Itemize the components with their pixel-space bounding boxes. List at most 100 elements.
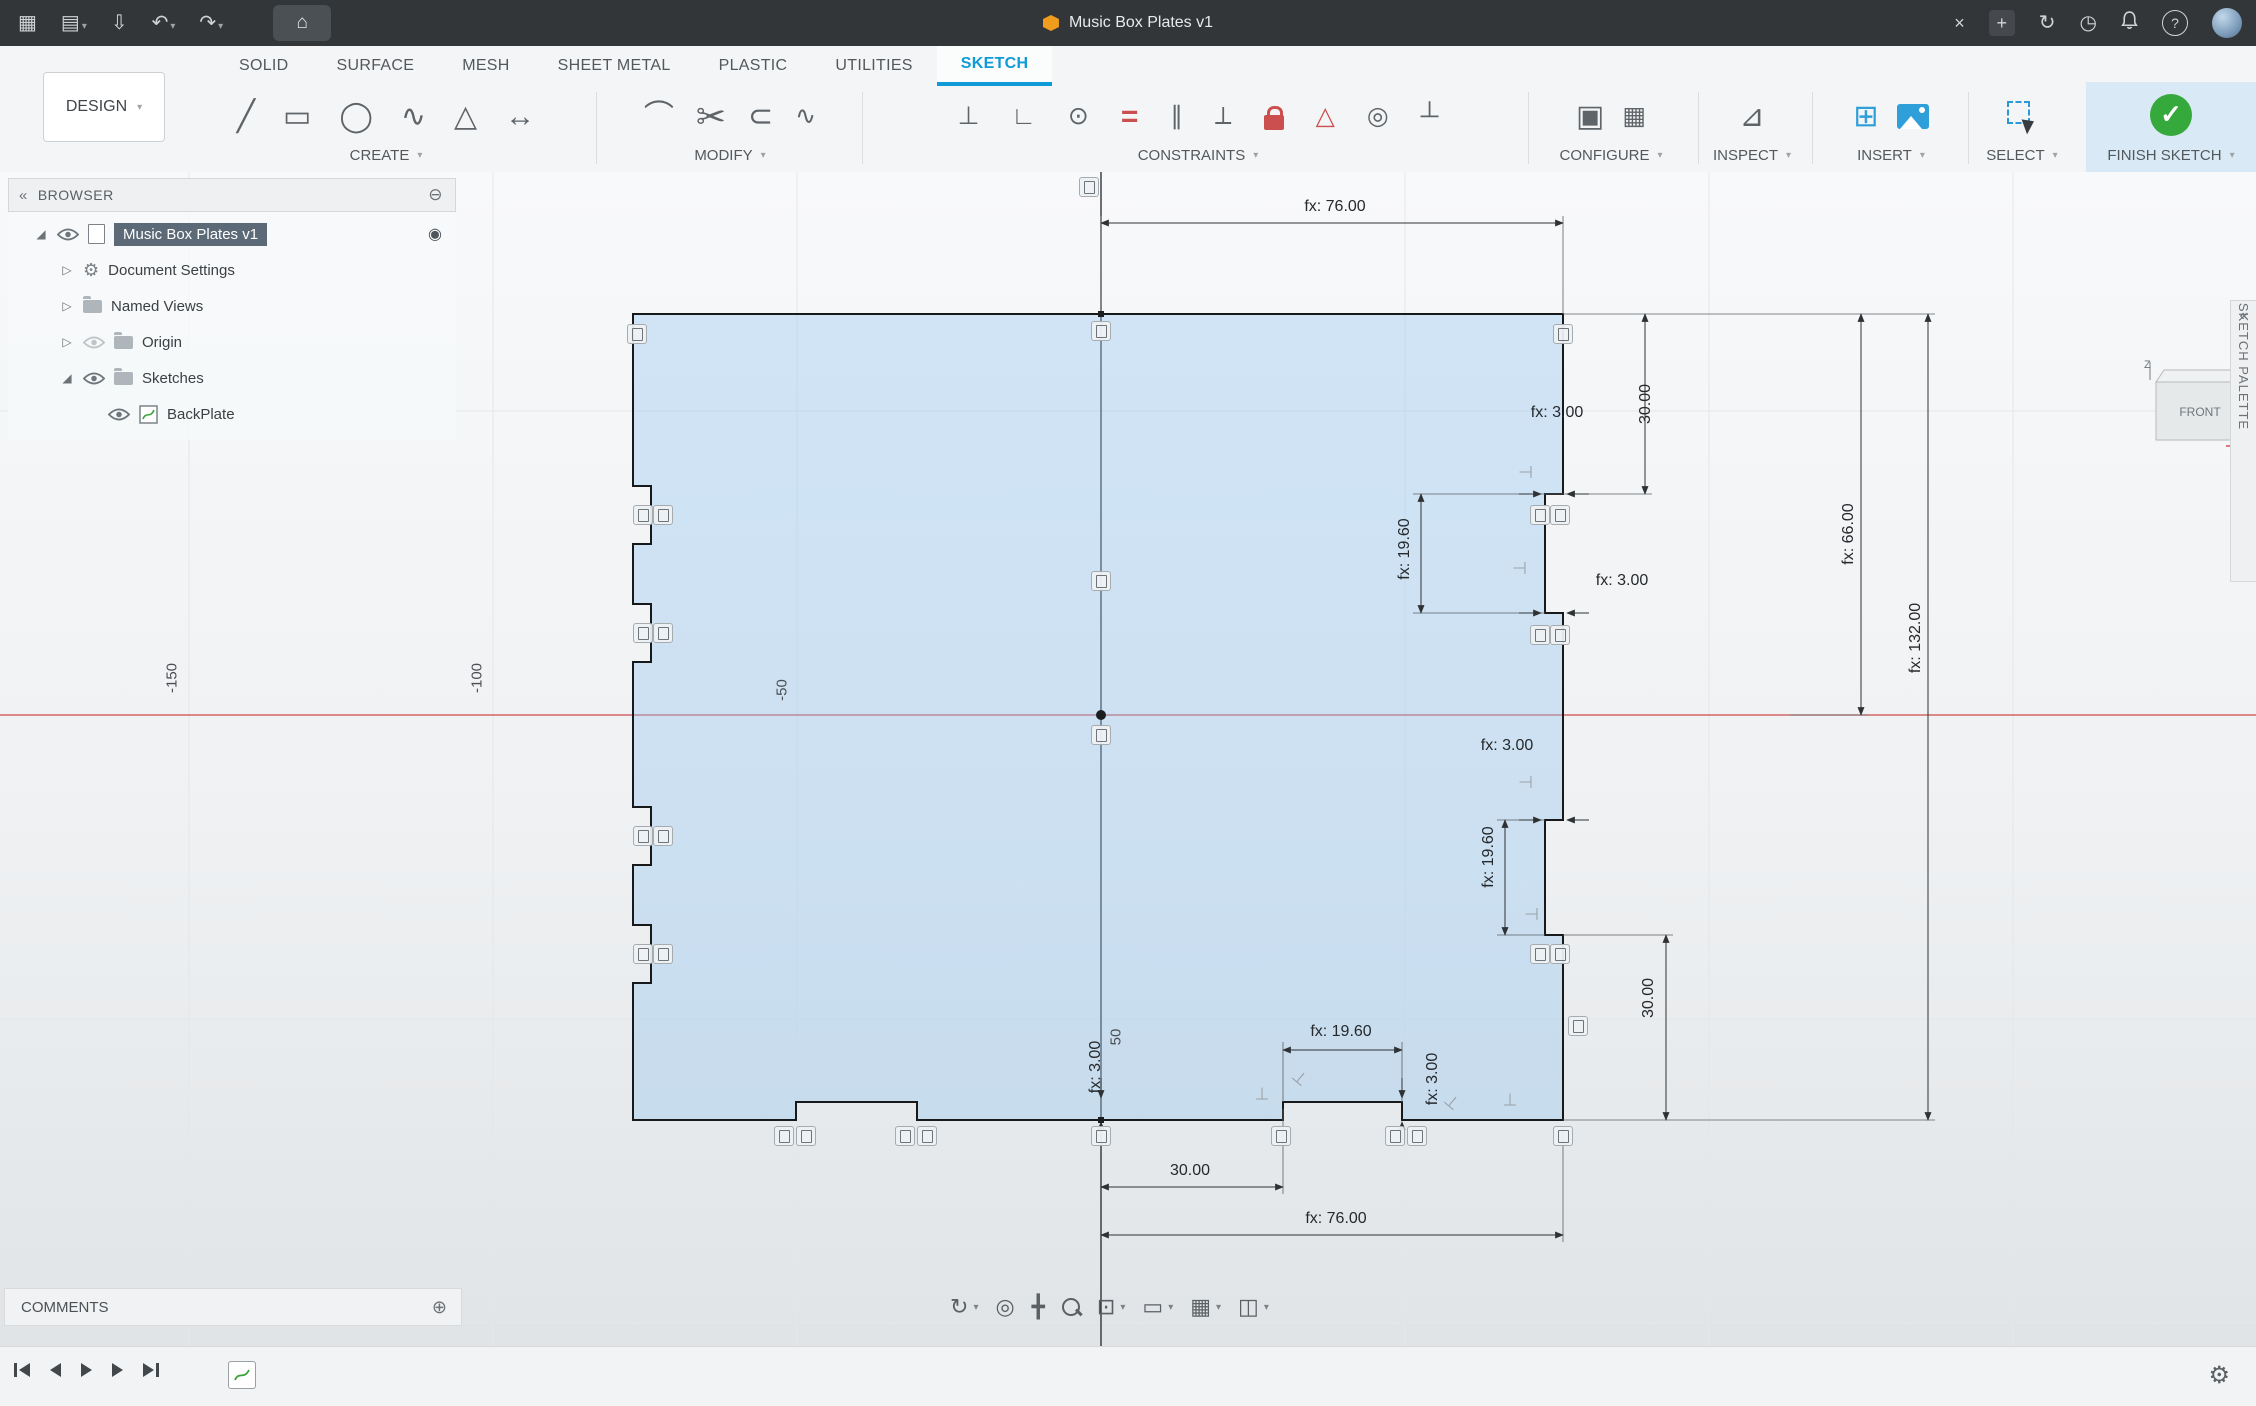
browser-header[interactable]: « BROWSER ⊖ (8, 178, 456, 212)
constraint-icon[interactable] (1530, 625, 1550, 645)
constraint-icon[interactable] (1079, 177, 1099, 197)
new-document-tab-button[interactable]: + (1989, 10, 2015, 36)
tab-mesh[interactable]: MESH (438, 46, 533, 86)
browser-item-label[interactable]: Sketches (142, 370, 204, 387)
constraint-icon[interactable] (633, 944, 653, 964)
constraint-icon[interactable] (1550, 625, 1570, 645)
fix-constraint-icon[interactable] (1264, 115, 1284, 130)
caret-down-icon[interactable]: ▾ (973, 1302, 978, 1313)
midpoint-constraint-icon[interactable]: ┴ (1421, 104, 1439, 129)
constraint-icon[interactable] (1091, 571, 1111, 591)
tab-utilities[interactable]: UTILITIES (811, 46, 936, 86)
look-at-icon[interactable]: ◎ (995, 1296, 1014, 1318)
finish-sketch-button[interactable]: ✓ (2150, 94, 2192, 136)
inspect-menu[interactable]: INSPECT ▾ (1702, 147, 1802, 172)
configuration-table-icon[interactable]: ▦ (1622, 104, 1646, 129)
constraint-icon[interactable] (653, 505, 673, 525)
constraint-icon[interactable] (1550, 505, 1570, 525)
orbit-icon[interactable]: ↻ (950, 1296, 968, 1318)
sketch-point[interactable] (1098, 1117, 1104, 1123)
collapsed-triangle-icon[interactable]: ▷ (60, 335, 74, 349)
dimension-label[interactable]: fx: 66.00 (1840, 503, 1858, 564)
constraint-icon[interactable] (796, 1126, 816, 1146)
caret-down-icon[interactable]: ▾ (1264, 1302, 1269, 1313)
perpendicular-constraint-icon[interactable]: ⊥ (1255, 1086, 1270, 1103)
constraint-icon[interactable] (627, 324, 647, 344)
constraint-icon[interactable] (774, 1126, 794, 1146)
polygon-tool-icon[interactable]: △ (454, 102, 477, 132)
origin-point[interactable] (1096, 710, 1106, 720)
dimension-label[interactable]: fx: 3.00 (1087, 1041, 1105, 1093)
comments-bar[interactable]: COMMENTS ⊕ (4, 1288, 462, 1326)
expand-triangle-icon[interactable]: ◢ (34, 227, 48, 241)
workspace-selector[interactable]: DESIGN ▾ (43, 72, 165, 142)
activate-radio-icon[interactable]: ◉ (428, 224, 442, 244)
constraint-icon[interactable] (1550, 944, 1570, 964)
user-avatar[interactable] (2212, 8, 2242, 38)
visibility-eye-icon[interactable] (83, 372, 105, 385)
app-grid-icon[interactable]: ▦ (18, 13, 37, 33)
dimension-label[interactable]: fx: 19.60 (1310, 1023, 1371, 1041)
dimension-label[interactable]: fx: 19.60 (1480, 826, 1498, 887)
dimension-label[interactable]: fx: 3.00 (1531, 404, 1583, 422)
help-icon[interactable]: ? (2162, 10, 2188, 36)
constraint-icon[interactable] (917, 1126, 937, 1146)
rectangle-tool-icon[interactable]: ▭ (283, 102, 311, 132)
constraints-menu[interactable]: CONSTRAINTS ▾ (880, 147, 1516, 172)
browser-item-label[interactable]: Origin (142, 334, 182, 351)
perpendicular-constraint-icon[interactable]: ⊥ (1503, 1092, 1518, 1109)
sketch-point[interactable] (1098, 311, 1104, 317)
coincident-constraint-icon[interactable]: ∟ (1011, 104, 1035, 129)
concentric-constraint-icon[interactable]: ◎ (1367, 104, 1389, 129)
insert-canvas-image-icon[interactable] (1897, 104, 1929, 129)
trim-tool-icon[interactable]: ✂ (696, 99, 726, 135)
visibility-eye-off-icon[interactable] (83, 336, 105, 349)
browser-item-named-views[interactable]: ▷ Named Views (8, 288, 456, 324)
constraint-icon[interactable] (1091, 321, 1111, 341)
dimension-label[interactable]: fx: 3.00 (1596, 572, 1648, 590)
timeline-go-to-end-button[interactable] (143, 1363, 159, 1377)
create-menu[interactable]: CREATE ▾ (190, 147, 582, 172)
constraint-icon[interactable] (633, 505, 653, 525)
timeline-sketch-feature[interactable] (228, 1361, 256, 1389)
constraint-icon[interactable] (895, 1126, 915, 1146)
visibility-eye-icon[interactable] (108, 408, 130, 421)
timeline-step-forward-button[interactable] (112, 1363, 123, 1377)
spline-tool-icon[interactable]: ∿ (401, 102, 426, 132)
perpendicular-constraint-icon[interactable]: ⊥ (1518, 465, 1535, 480)
browser-item-label[interactable]: Document Settings (108, 262, 235, 279)
tab-sheet-metal[interactable]: SHEET METAL (534, 46, 695, 86)
undo-button[interactable]: ↶▾ (152, 13, 176, 34)
grid-settings-icon[interactable]: ▦ (1190, 1296, 1211, 1318)
browser-item-label[interactable]: BackPlate (167, 406, 235, 423)
browser-item-origin[interactable]: ▷ Origin (8, 324, 456, 360)
tangent-constraint-icon[interactable]: ⊙ (1068, 104, 1089, 129)
perpendicular-constraint-icon[interactable]: ⊥ (1524, 907, 1541, 922)
timeline-step-back-button[interactable] (50, 1363, 61, 1377)
modify-menu[interactable]: MODIFY ▾ (602, 147, 858, 172)
viewports-icon[interactable]: ◫ (1238, 1296, 1259, 1318)
dimension-label[interactable]: fx: 76.00 (1304, 198, 1365, 216)
caret-down-icon[interactable]: ▾ (1168, 1302, 1173, 1313)
horizontal-vertical-constraint-icon[interactable]: ⊥ (958, 104, 980, 129)
equal-constraint-icon[interactable]: = (1121, 102, 1139, 132)
browser-item-document-settings[interactable]: ▷ ⚙ Document Settings (8, 252, 456, 288)
constraint-icon[interactable] (1530, 505, 1550, 525)
constraint-icon[interactable] (1407, 1126, 1427, 1146)
constraint-icon[interactable] (653, 826, 673, 846)
minimize-browser-icon[interactable]: ⊖ (428, 185, 443, 205)
browser-item-label[interactable]: Music Box Plates v1 (114, 223, 267, 246)
extensions-icon[interactable]: ↻ (2039, 13, 2056, 33)
redo-button[interactable]: ↷▾ (199, 13, 223, 34)
sketch-dimension-icon[interactable]: ↔ (505, 102, 535, 132)
smooth-constraint-icon[interactable]: △ (1316, 104, 1335, 129)
configure-menu[interactable]: CONFIGURE ▾ (1536, 147, 1686, 172)
dimension-label[interactable]: 30.00 (1170, 1162, 1210, 1180)
tab-plastic[interactable]: PLASTIC (695, 46, 812, 86)
fit-icon[interactable]: ⊡ (1097, 1296, 1115, 1318)
save-icon[interactable]: ⇩ (111, 13, 128, 33)
project-curve-icon[interactable]: ∿ (795, 104, 816, 129)
constraint-icon[interactable] (1568, 1016, 1588, 1036)
caret-down-icon[interactable]: ▾ (1216, 1302, 1221, 1313)
browser-item-label[interactable]: Named Views (111, 298, 203, 315)
